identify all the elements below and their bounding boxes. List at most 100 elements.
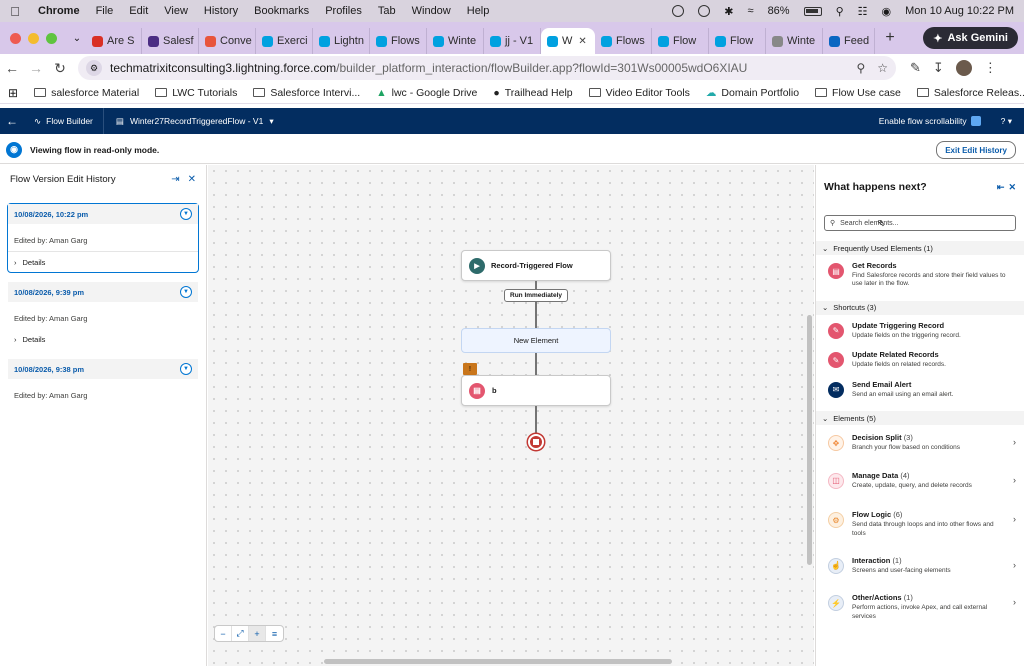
wifi-icon[interactable]: ≈ xyxy=(748,5,754,17)
browser-tab[interactable]: Flow xyxy=(709,28,766,54)
browser-tab[interactable]: jj - V1 xyxy=(484,28,541,54)
zoom-out-button[interactable]: − xyxy=(215,626,232,641)
apple-icon[interactable]:  xyxy=(0,4,30,19)
clock[interactable]: Mon 10 Aug 10:22 PM xyxy=(905,5,1014,17)
new-tab-button[interactable]: + xyxy=(879,29,901,47)
siri-icon[interactable]: ◉ xyxy=(882,5,892,18)
forward-icon[interactable]: → xyxy=(24,60,48,76)
close-icon[interactable]: ✕ xyxy=(188,174,196,185)
browser-tab[interactable]: Winte xyxy=(427,28,484,54)
control-center-icon[interactable]: ☷ xyxy=(858,5,868,18)
chevron-down-icon[interactable]: ▼ xyxy=(180,363,192,375)
bookmark-domain-portfolio[interactable]: ☁ Domain Portfolio xyxy=(698,87,807,99)
reload-icon[interactable]: ↻ xyxy=(48,60,72,77)
exit-edit-history-button[interactable]: Exit Edit History xyxy=(936,141,1016,159)
start-node[interactable]: ▶ Record-Triggered Flow xyxy=(461,250,611,281)
element-manage-data[interactable]: ◫ Manage Data (4) Create, update, query,… xyxy=(816,457,1024,494)
bookmark-video-editor[interactable]: Video Editor Tools xyxy=(581,87,698,99)
element-flow-logic[interactable]: ⚙ Flow Logic (6) Send data through loops… xyxy=(816,494,1024,542)
details-toggle[interactable]: › Details xyxy=(8,329,198,349)
menu-view[interactable]: View xyxy=(156,5,196,17)
end-node[interactable] xyxy=(528,434,544,450)
chevron-down-icon[interactable]: ▼ xyxy=(180,286,192,298)
browser-tab[interactable]: Flow xyxy=(652,28,709,54)
browser-tab[interactable]: Flows xyxy=(595,28,652,54)
shortcut-update-related-records[interactable]: ✎ Update Related Records Update fields o… xyxy=(816,344,1024,373)
bookmark-star-icon[interactable]: ☆ xyxy=(877,61,888,75)
version-card[interactable]: 10/08/2026, 10:22 pm ▼ Edited by: Aman G… xyxy=(7,203,199,273)
warning-icon[interactable]: ! xyxy=(463,363,477,375)
search-elements-input[interactable]: ⚲ Search elements... xyxy=(824,215,1016,231)
bookmark-salesforce-material[interactable]: salesforce Material xyxy=(26,87,147,99)
menu-file[interactable]: File xyxy=(88,5,122,17)
horizontal-scrollbar[interactable] xyxy=(324,659,672,664)
bookmark-trailhead-help[interactable]: ● Trailhead Help xyxy=(485,87,580,99)
help-menu[interactable]: ? ▾ xyxy=(1001,116,1012,127)
close-window-button[interactable] xyxy=(10,32,21,44)
profile-avatar[interactable] xyxy=(955,60,972,76)
bookmark-lwc-tutorials[interactable]: LWC Tutorials xyxy=(147,87,245,99)
browser-tab[interactable]: Winte xyxy=(766,28,823,54)
menu-edit[interactable]: Edit xyxy=(121,5,156,17)
menu-tab[interactable]: Tab xyxy=(370,5,404,17)
element-interaction[interactable]: ☝ Interaction (1) Screens and user-facin… xyxy=(816,542,1024,579)
menu-profiles[interactable]: Profiles xyxy=(317,5,370,17)
vertical-scrollbar[interactable] xyxy=(807,315,812,565)
bookmark-google-drive[interactable]: ▲ lwc - Google Drive xyxy=(368,87,485,99)
menu-chrome[interactable]: Chrome xyxy=(30,5,88,17)
downloads-icon[interactable]: ↧ xyxy=(933,60,944,76)
tab-search-chevron-icon[interactable]: ⌄ xyxy=(68,33,86,44)
bookmark-salesforce-release[interactable]: Salesforce Releas... xyxy=(909,87,1024,99)
timer-icon[interactable] xyxy=(698,5,711,17)
run-immediately-label[interactable]: Run Immediately xyxy=(504,289,569,302)
flow-canvas[interactable]: ▶ Record-Triggered Flow Run Immediately … xyxy=(208,165,814,666)
more-menu-icon[interactable]: ⋮ xyxy=(984,60,997,76)
menu-window[interactable]: Window xyxy=(404,5,459,17)
version-card[interactable]: 10/08/2026, 9:39 pm ▼ Edited by: Aman Ga… xyxy=(7,281,199,350)
browser-tab[interactable]: Salesf xyxy=(142,28,199,54)
bookmark-salesforce-interview[interactable]: Salesforce Intervi... xyxy=(245,87,368,99)
details-toggle[interactable]: › Details xyxy=(8,251,198,272)
browser-tab[interactable]: Conve xyxy=(199,28,256,54)
element-get-records[interactable]: ▤ Get Records Find Salesforce records an… xyxy=(816,255,1024,293)
fit-view-button[interactable]: ⤢ xyxy=(232,626,249,641)
dock-panel-icon[interactable]: ⇥ xyxy=(171,174,179,185)
scrollability-toggle[interactable]: Enable flow scrollability xyxy=(879,116,981,126)
flow-name-menu[interactable]: ▤ Winter27RecordTriggeredFlow - V1 ▾ xyxy=(104,108,286,134)
chevron-down-icon[interactable]: ▼ xyxy=(180,208,192,220)
element-b-node[interactable]: ▤ b xyxy=(461,375,611,406)
element-other-actions[interactable]: ⚡ Other/Actions (1) Perform actions, inv… xyxy=(816,579,1024,625)
new-element-node[interactable]: New Element xyxy=(461,328,611,353)
back-arrow-icon[interactable]: ← xyxy=(0,114,24,128)
minimize-window-button[interactable] xyxy=(28,32,39,44)
element-decision-split[interactable]: ✥ Decision Split (3) Branch your flow ba… xyxy=(816,425,1024,456)
zoom-in-button[interactable]: + xyxy=(249,626,266,641)
bookmark-flow-use-case[interactable]: Flow Use case xyxy=(807,87,909,99)
apps-grid-icon[interactable]: ⊞ xyxy=(0,86,26,100)
menu-history[interactable]: History xyxy=(196,5,246,17)
browser-tab[interactable]: Are S xyxy=(86,28,142,54)
menu-bookmarks[interactable]: Bookmarks xyxy=(246,5,317,17)
browser-tab[interactable]: Lightn xyxy=(313,28,370,54)
site-info-icon[interactable]: ⚙ xyxy=(86,60,102,76)
dock-panel-icon[interactable]: ⇤ xyxy=(997,182,1005,193)
auto-layout-button[interactable]: ≡ xyxy=(266,626,283,641)
browser-tab[interactable]: W ✕ xyxy=(541,28,595,54)
browser-tab[interactable]: Feed xyxy=(823,28,875,54)
battery-icon[interactable] xyxy=(803,6,822,16)
section-frequently-used[interactable]: ⌄ Frequently Used Elements (1) xyxy=(816,241,1024,255)
back-icon[interactable]: ← xyxy=(0,60,24,76)
section-shortcuts[interactable]: ⌄ Shortcuts (3) xyxy=(816,300,1024,315)
extensions-icon[interactable]: ✎ xyxy=(910,60,921,76)
section-elements[interactable]: ⌄ Elements (5) xyxy=(816,411,1024,426)
shortcut-update-triggering-record[interactable]: ✎ Update Triggering Record Update fields… xyxy=(816,315,1024,344)
menu-help[interactable]: Help xyxy=(459,5,498,17)
zoom-icon[interactable]: ⚲ xyxy=(856,61,865,75)
url-field[interactable]: ⚙ techmatrixitconsulting3.lightning.forc… xyxy=(78,56,896,80)
shortcut-send-email-alert[interactable]: ✉ Send Email Alert Send an email using a… xyxy=(816,374,1024,403)
close-icon[interactable]: ✕ xyxy=(1008,182,1016,193)
close-tab-icon[interactable]: ✕ xyxy=(578,36,586,47)
bluetooth-icon[interactable]: ✱ xyxy=(724,5,733,18)
browser-tab[interactable]: Exerci xyxy=(256,28,313,54)
ask-gemini-button[interactable]: ✦ Ask Gemini xyxy=(923,27,1018,49)
